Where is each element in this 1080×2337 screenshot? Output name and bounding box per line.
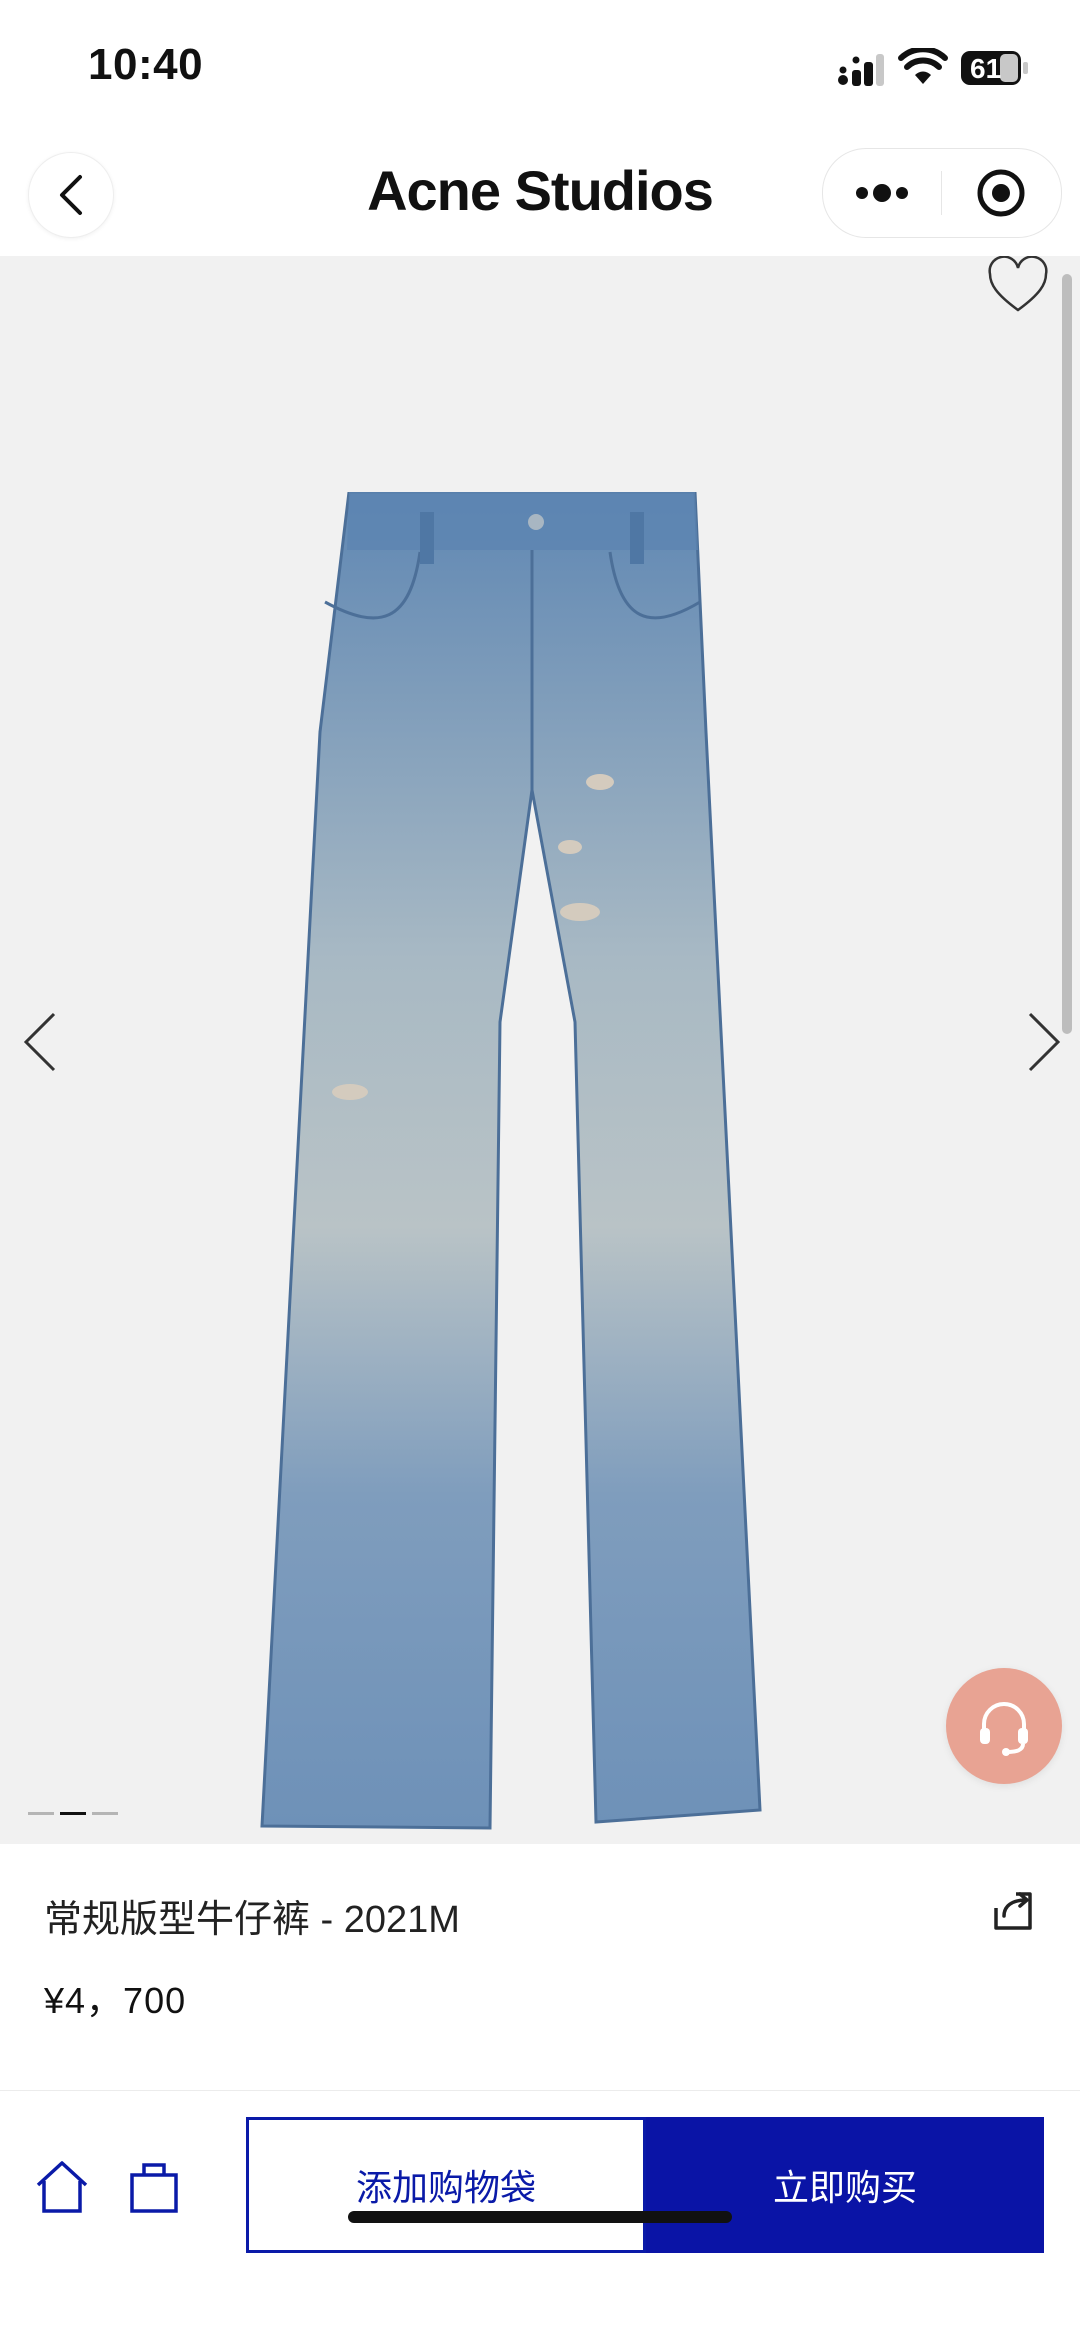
scrollbar[interactable] (1062, 274, 1072, 1034)
status-bar: 10:40 61 (0, 0, 1080, 140)
chevron-left-icon[interactable] (20, 1010, 60, 1074)
product-price: ¥4，700 (44, 1980, 187, 2021)
product-info: 常规版型牛仔裤 - 2021M ¥4，700 (0, 1844, 1080, 2090)
target-icon (977, 169, 1025, 217)
pagination-dot (28, 1812, 54, 1815)
customer-service-button[interactable] (946, 1668, 1062, 1784)
home-indicator[interactable] (348, 2211, 732, 2223)
mini-program-capsule (822, 148, 1062, 238)
signal-icon (838, 54, 884, 86)
bag-icon[interactable] (124, 2157, 184, 2217)
buy-now-button[interactable]: 立即购买 (646, 2117, 1044, 2253)
home-icon[interactable] (32, 2157, 92, 2217)
chevron-right-icon[interactable] (1024, 1010, 1064, 1074)
heart-icon[interactable] (986, 256, 1050, 316)
headset-icon (980, 1702, 1028, 1756)
more-icon (856, 184, 908, 202)
product-title: 常规版型牛仔裤 - 2021M (44, 1899, 460, 1941)
status-time: 10:40 (88, 40, 204, 89)
more-button[interactable] (823, 149, 941, 237)
product-image (260, 492, 762, 1830)
product-page: 10:40 61 Acne Studios 常规版型牛仔裤 - 2021M ¥4… (0, 0, 1080, 2337)
pagination-dot (92, 1812, 118, 1815)
add-to-bag-button[interactable]: 添加购物袋 (246, 2117, 646, 2253)
share-icon[interactable] (990, 1888, 1036, 1934)
wifi-icon (898, 48, 948, 84)
battery-level: 61 (970, 53, 1002, 84)
navigation-bar: Acne Studios (0, 140, 1080, 256)
pagination-dot-active (60, 1812, 86, 1815)
battery-icon: 61 (960, 50, 1030, 86)
product-image-gallery[interactable] (0, 256, 1080, 1844)
gallery-pagination (28, 1812, 118, 1815)
close-program-button[interactable] (942, 149, 1060, 237)
